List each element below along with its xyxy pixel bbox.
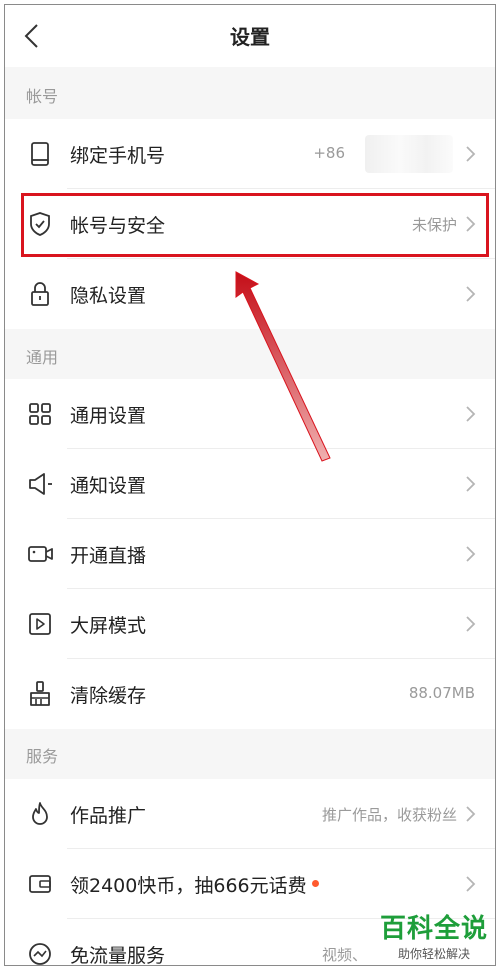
chevron-right-icon — [466, 806, 476, 822]
speaker-icon — [29, 473, 52, 495]
blurred-phone-number — [365, 135, 453, 173]
row-clear-cache[interactable]: 清除缓存 88.07MB — [5, 659, 495, 729]
play-square-icon — [29, 613, 51, 635]
watermark-title: 百科全说 — [379, 914, 488, 944]
traffic-icon — [29, 943, 51, 965]
traffic-hint: 视频、 — [321, 946, 367, 964]
broom-icon — [30, 681, 50, 706]
row-open-live[interactable]: 开通直播 — [5, 519, 495, 589]
chevron-right-icon — [466, 476, 476, 492]
row-label: 免流量服务 — [70, 945, 166, 966]
row-general-settings[interactable]: 通用设置 — [5, 379, 495, 449]
promote-hint: 推广作品，收获粉丝 — [321, 806, 457, 824]
row-label: 领2400快币，抽666元话费 — [70, 871, 319, 898]
section-services: 服务 — [26, 747, 59, 766]
chevron-right-icon — [466, 406, 476, 422]
lock-icon — [31, 282, 49, 306]
flame-icon — [32, 802, 48, 825]
coins-label-text: 领2400快币，抽666元话费 — [70, 875, 307, 897]
grid-icon — [29, 403, 51, 425]
red-dot-badge — [311, 880, 319, 887]
watermark-subtitle: 助你轻松解决 — [397, 947, 470, 961]
chevron-right-icon — [466, 286, 476, 302]
section-general: 通用 — [26, 348, 59, 367]
camera-icon — [28, 546, 53, 562]
row-label: 绑定手机号 — [70, 145, 166, 167]
wallet-icon — [29, 875, 51, 893]
section-account: 帐号 — [26, 87, 59, 106]
highlight-box — [21, 193, 489, 257]
settings-screen: 设置 帐号 绑定手机号 +86 帐号与安全 未保护 隐私设置 通用 通用设置 通… — [4, 4, 496, 966]
chevron-right-icon — [466, 876, 476, 892]
phone-value: +86 — [313, 144, 345, 162]
row-label: 清除缓存 — [70, 685, 147, 707]
row-label: 隐私设置 — [70, 285, 147, 307]
row-big-screen-mode[interactable]: 大屏模式 — [5, 589, 495, 659]
cache-size: 88.07MB — [408, 684, 475, 702]
top-bar: 设置 — [5, 5, 495, 67]
row-label: 通用设置 — [70, 405, 147, 427]
watermark: 百科全说 助你轻松解决 — [380, 908, 488, 962]
chevron-right-icon — [466, 146, 476, 162]
row-label: 大屏模式 — [70, 615, 147, 637]
row-notification-settings[interactable]: 通知设置 — [5, 449, 495, 519]
page-title: 设置 — [230, 25, 270, 49]
row-label: 开通直播 — [70, 545, 147, 567]
phone-icon — [31, 142, 49, 166]
row-bind-phone[interactable]: 绑定手机号 +86 — [5, 119, 495, 189]
row-privacy[interactable]: 隐私设置 — [5, 259, 495, 329]
chevron-right-icon — [466, 546, 476, 562]
row-promote-works[interactable]: 作品推广 推广作品，收获粉丝 — [5, 779, 495, 849]
chevron-right-icon — [466, 616, 476, 632]
row-label: 作品推广 — [70, 805, 147, 827]
row-label: 通知设置 — [70, 475, 147, 497]
